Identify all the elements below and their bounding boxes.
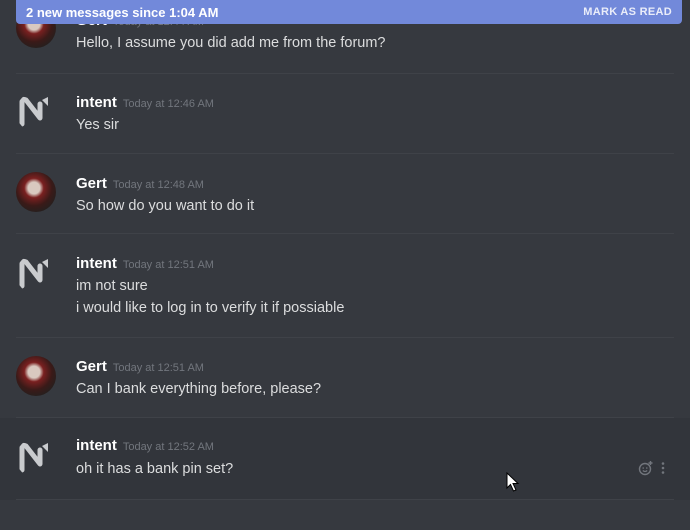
username[interactable]: intent Today at 12:46 AM	[76, 94, 214, 111]
message-actions	[638, 460, 666, 481]
message-text: Can I bank everything before, please?	[76, 381, 322, 397]
username[interactable]: Gert Today at 12:51 AM	[76, 358, 204, 375]
username[interactable]: intent Today at 12:51 AM	[76, 255, 214, 272]
message-group[interactable]: Gert Today at 12:48 AM So how do you want…	[0, 154, 690, 234]
intent-logo-icon	[19, 96, 48, 127]
more-options-icon[interactable]	[660, 461, 666, 480]
mark-as-read-button[interactable]: MARK AS READ	[583, 6, 672, 18]
message-divider	[16, 499, 674, 500]
message-group[interactable]: Gert Today at 12:51 AM Can I bank everyth…	[0, 338, 690, 418]
username[interactable]: intent Today at 12:52 AM	[76, 437, 214, 454]
message-text: i would like to log in to verify it if p…	[76, 300, 345, 316]
message-timestamp: Today at 12:51 AM	[122, 259, 214, 271]
avatar[interactable]	[16, 92, 56, 132]
avatar[interactable]	[16, 254, 56, 294]
message-timestamp: Today at 12:51 AM	[112, 362, 204, 374]
message-text: Yes sir	[76, 117, 119, 133]
add-reaction-icon[interactable]	[638, 460, 654, 481]
new-messages-banner[interactable]: 2 new messages since 1:04 AM MARK AS REA…	[16, 0, 682, 24]
avatar[interactable]	[16, 356, 56, 396]
intent-logo-icon	[19, 258, 48, 289]
intent-logo-icon	[19, 442, 48, 473]
message-timestamp: Today at 12:52 AM	[122, 441, 214, 453]
mouse-cursor-icon	[506, 471, 520, 497]
message-group[interactable]: intent Today at 12:52 AM oh it has a bank…	[0, 418, 690, 500]
message-text: Hello, I assume you did add me from the …	[76, 35, 386, 51]
message-group[interactable]: intent Today at 12:46 AM Yes sir	[0, 74, 690, 154]
new-messages-text: 2 new messages since 1:04 AM	[26, 4, 219, 20]
avatar[interactable]	[16, 172, 56, 212]
message-text: So how do you want to do it	[76, 198, 255, 214]
message-group[interactable]: intent Today at 12:51 AM im not sure i wo…	[0, 234, 690, 338]
message-timestamp: Today at 12:48 AM	[112, 179, 204, 191]
message-text: im not sure	[76, 278, 148, 294]
message-timestamp: Today at 12:46 AM	[122, 98, 214, 110]
message-text: oh it has a bank pin set?	[76, 461, 234, 477]
avatar[interactable]	[16, 438, 56, 478]
username[interactable]: Gert Today at 12:48 AM	[76, 175, 204, 192]
